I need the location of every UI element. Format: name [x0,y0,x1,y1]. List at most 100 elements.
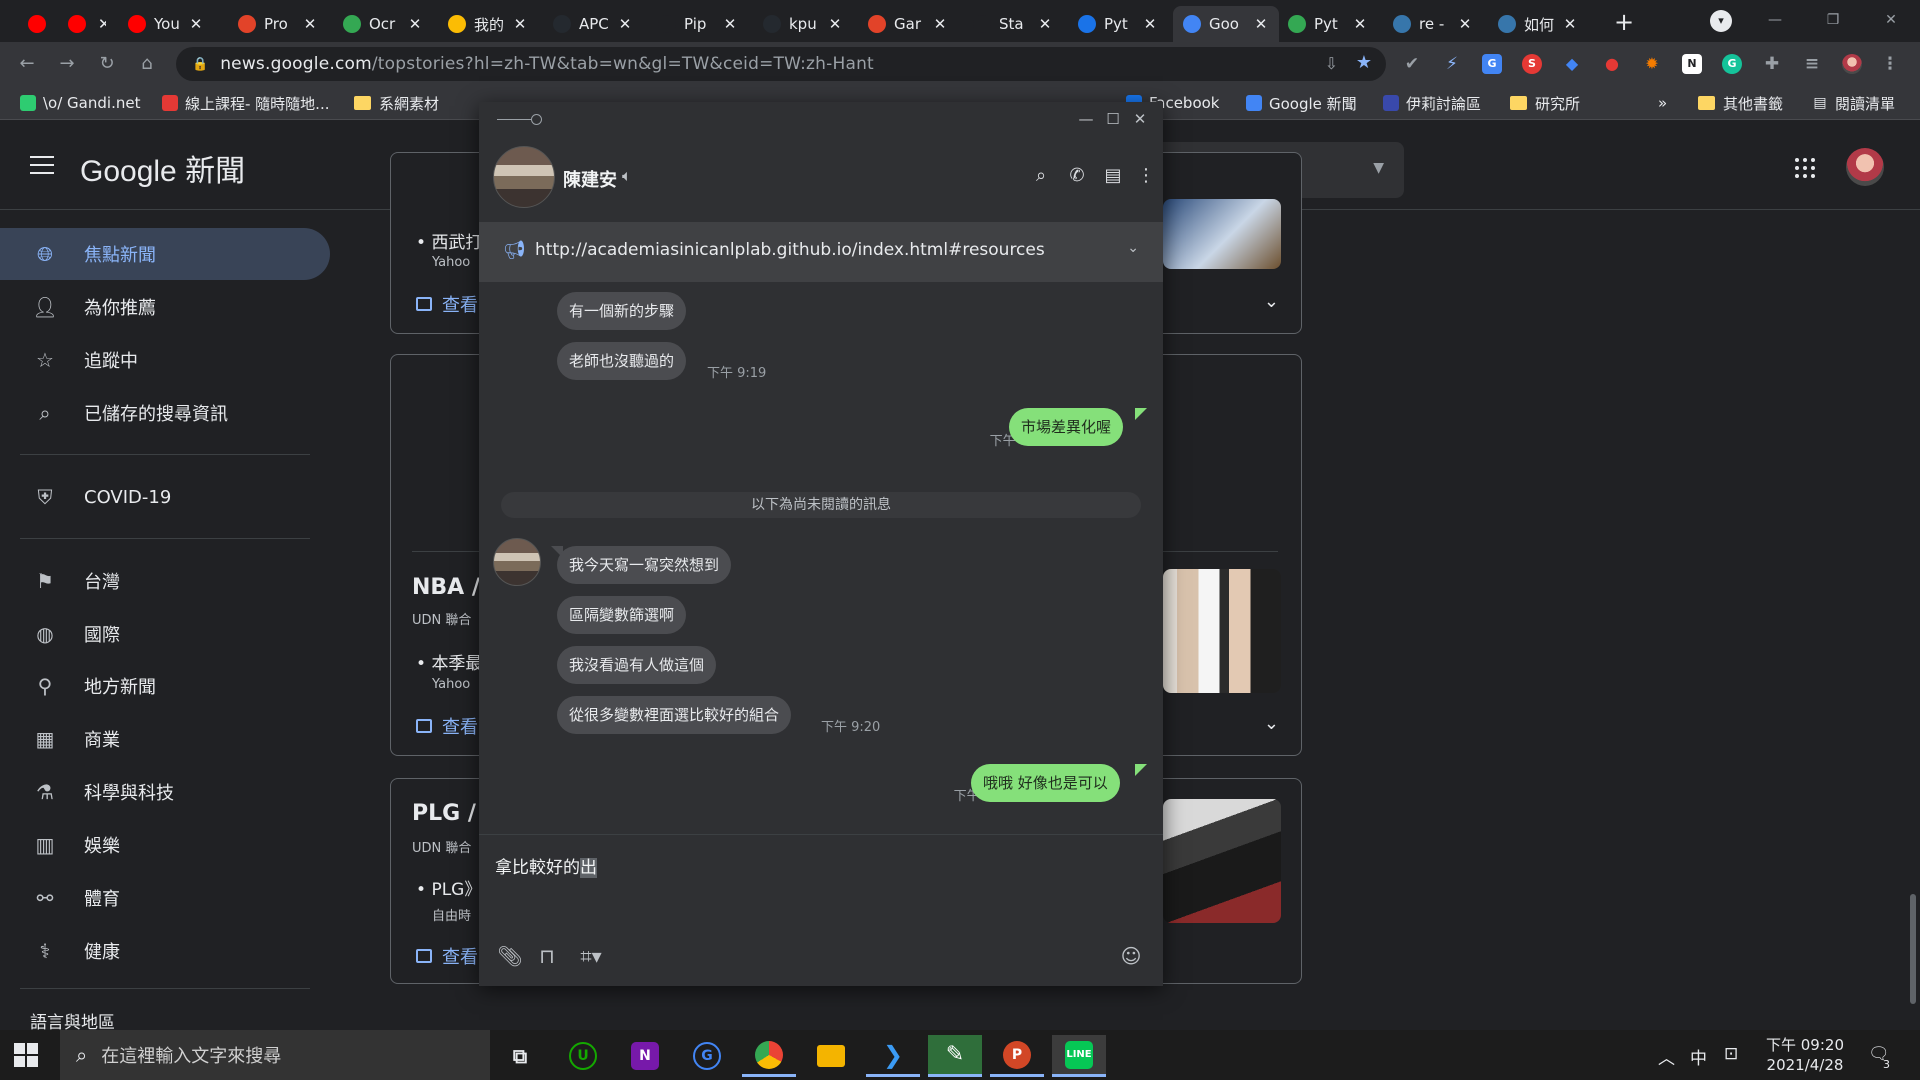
tab-close-icon[interactable]: ✕ [617,15,633,33]
emoji-icon[interactable]: ☺ [1118,943,1144,969]
ime-mode-icon[interactable]: ⊡ [1724,1044,1738,1064]
story-bullet[interactable]: • 本季最 [416,649,482,674]
browser-tab[interactable]: re - ✕ [1383,6,1483,42]
incoming-message[interactable]: 老師也沒聽過的 [557,342,687,380]
file-explorer-icon[interactable] [804,1035,858,1077]
main-menu-icon[interactable] [30,156,54,174]
full-coverage-link[interactable]: 查看 [416,713,478,739]
outgoing-message[interactable]: 市場差異化喔 [1009,408,1124,446]
tab-close-icon[interactable]: ✕ [302,15,318,33]
line-icon[interactable]: LINE [1052,1035,1106,1077]
upwork-icon[interactable]: U [556,1035,610,1077]
news-thumbnail[interactable] [1163,199,1281,269]
chrome-icon[interactable] [742,1035,796,1077]
incoming-message[interactable]: 從很多變數裡面選比較好的組合 [557,696,792,734]
media-controls-icon[interactable]: ≡ [1802,54,1822,74]
chrome-menu-icon[interactable]: ⋮ [1880,54,1900,74]
story-bullet[interactable]: • PLG》 [416,875,481,900]
nav-item[interactable]: ⚑ 台灣 [0,555,330,607]
browser-tab[interactable]: 我的 ✕ [438,6,538,42]
account-avatar[interactable] [1846,148,1884,186]
browser-tab[interactable]: Pyt ✕ [1278,6,1378,42]
keep-bookmark-icon[interactable]: ⊓ [534,943,560,969]
bookmark-item[interactable]: Google 新聞 [1246,92,1357,114]
reload-button[interactable]: ↻ [94,51,120,77]
browser-tab[interactable]: kpu ✕ [753,6,853,42]
nav-item[interactable]: ▥ 娛樂 [0,819,330,871]
bookmark-item[interactable]: 研究所 [1510,92,1580,114]
more-options-icon[interactable]: ⋮ [1134,164,1158,188]
bookmark-star-icon[interactable]: ★ [1356,52,1372,73]
tab-close-icon[interactable]: ✕ [188,15,204,33]
grammarly-icon[interactable]: G [680,1035,734,1077]
vscode-icon[interactable]: ❯ [866,1035,920,1077]
tab-close-icon[interactable]: ✕ [1562,15,1578,33]
translate-extension-icon[interactable]: G [1482,54,1502,74]
tab-close-icon[interactable]: ✕ [932,15,948,33]
notion-extension-icon[interactable]: N [1682,54,1702,74]
nav-item[interactable]: ⛨ COVID-19 [0,471,330,523]
nav-item[interactable]: 👤︎ 為你推薦 [0,281,330,333]
tab-close-icon[interactable]: ✕ [1253,15,1269,33]
grammarly-extension-icon[interactable]: G [1722,54,1742,74]
tab-close-icon[interactable]: ✕ [512,15,528,33]
tab-close-icon[interactable]: ✕ [407,15,423,33]
browser-tab[interactable]: Sta ✕ [963,6,1063,42]
scrollbar-thumb[interactable] [1910,894,1916,1004]
incoming-message[interactable]: 我今天寫一寫突然想到 [557,546,732,584]
new-tab-button[interactable]: + [1610,8,1638,36]
ime-indicator[interactable]: 中 [1690,1044,1707,1069]
nav-item[interactable]: ☆ 追蹤中 [0,334,330,386]
contact-avatar[interactable] [493,146,555,208]
expand-chevron-icon[interactable]: ⌄ [1264,713,1279,734]
dropdown-arrow-icon[interactable]: ▼ [1373,160,1384,176]
tab-close-icon[interactable]: ✕ [1142,15,1158,33]
page-scrollbar[interactable] [1906,210,1920,1030]
message-list[interactable]: 有一個新的步驟 老師也沒聽過的 下午 9:19 已讀 下午 9:20 市場差異化… [479,282,1163,834]
tray-overflow-icon[interactable]: ︿ [1658,1044,1675,1069]
maximize-icon[interactable]: ☐ [1102,108,1124,130]
fire-extension-icon[interactable]: ✹ [1642,54,1662,74]
tab-close-icon[interactable]: ✕ [722,15,738,33]
close-icon[interactable]: ✕ [1129,108,1151,130]
lightning-extension-icon[interactable]: ⚡ [1442,54,1462,74]
nav-item[interactable]: ⚲ 地方新聞 [0,660,330,712]
diamond-extension-icon[interactable]: ◆ [1562,54,1582,74]
back-button[interactable]: ← [14,51,40,77]
bookmarks-overflow-button[interactable]: » [1658,92,1667,114]
scribble-app-icon[interactable]: ✎ [928,1035,982,1077]
bookmark-item[interactable]: 線上課程- 隨時隨地... [162,92,330,114]
bookmark-item[interactable]: 伊莉討論區 [1383,92,1481,114]
announcement-link[interactable]: http://academiasinicanlplab.github.io/in… [535,240,1045,260]
tab-close-icon[interactable]: ✕ [1457,15,1473,33]
notes-icon[interactable]: ▤ [1101,164,1125,188]
nav-item[interactable]: ⌕ 已儲存的搜尋資訊 [0,387,330,439]
nav-item[interactable]: 🌐︎ 焦點新聞 [0,228,330,280]
browser-tab[interactable]: Pyt ✕ [1068,6,1168,42]
restore-window-icon[interactable]: ❐ [1810,4,1856,36]
line-chat-window[interactable]: — ☐ ✕ 陳建安 🔈︎ ⌕ ✆ ▤ ⋮ 📢︎ http://academias… [479,102,1163,986]
address-bar[interactable]: 🔒 news.google.com/topstories?hl=zh-TW&ta… [176,47,1386,81]
incoming-message[interactable]: 區隔變數篩選啊 [557,596,687,634]
incoming-message[interactable]: 有一個新的步驟 [557,292,687,330]
powerpoint-icon[interactable]: P [990,1035,1044,1077]
browser-tab[interactable]: Goo ✕ [1173,6,1279,42]
google-apps-icon[interactable] [1795,158,1815,178]
other-bookmarks-folder[interactable]: 其他書籤 [1698,92,1783,114]
nav-item[interactable]: ⚕ 健康 [0,925,330,977]
browser-tab[interactable]: APC ✕ [543,6,643,42]
phone-icon[interactable]: ✆ [1065,164,1089,188]
browser-tab[interactable]: Ocr ✕ [333,6,433,42]
check-extension-icon[interactable]: ✔ [1402,54,1422,74]
nav-item[interactable]: ⚗ 科學與科技 [0,766,330,818]
google-news-logo[interactable]: Google 新聞 [80,146,245,190]
tab-search-icon[interactable]: ▾ [1710,10,1732,32]
record-extension-icon[interactable]: ● [1602,54,1622,74]
pin-window-icon[interactable] [497,114,543,126]
tab-close-icon[interactable]: ✕ [98,15,106,33]
minimize-icon[interactable]: — [1075,108,1097,130]
home-button[interactable]: ⌂ [134,51,160,77]
expand-chevron-icon[interactable]: ⌄ [1264,291,1279,312]
contact-avatar-small[interactable] [493,538,541,586]
tab-close-icon[interactable]: ✕ [1037,15,1053,33]
